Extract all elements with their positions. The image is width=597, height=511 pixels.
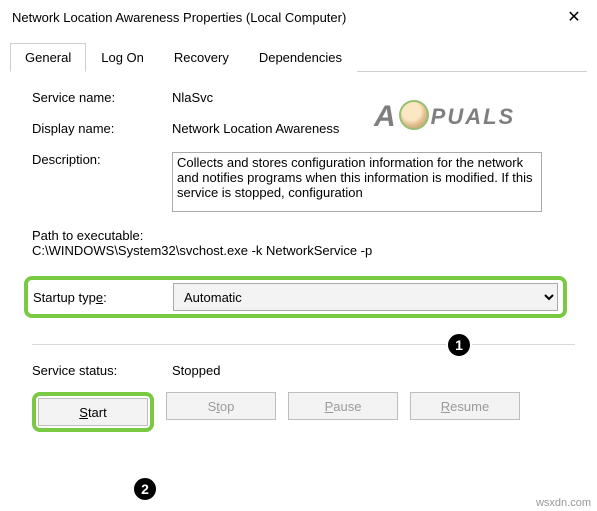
panel-general: Service name: NlaSvc Display name: Netwo… [0, 72, 597, 442]
close-button[interactable]: ✕ [551, 0, 597, 34]
service-button-row: Start Stop Pause Resume [32, 392, 575, 432]
window-title: Network Location Awareness Properties (L… [12, 10, 551, 25]
tab-logon[interactable]: Log On [86, 43, 159, 72]
start-button[interactable]: Start [38, 398, 148, 426]
resume-button: Resume [410, 392, 520, 420]
value-path: C:\WINDOWS\System32\svchost.exe -k Netwo… [32, 243, 575, 258]
close-icon: ✕ [567, 7, 580, 27]
description-textarea[interactable] [172, 152, 542, 212]
footer-watermark: wsxdn.com [536, 497, 591, 509]
pause-button: Pause [288, 392, 398, 420]
label-startup-type: Startup type: [33, 290, 173, 305]
label-service-name: Service name: [32, 90, 172, 105]
highlight-startup: Startup type: Automatic [24, 276, 567, 318]
annotation-badge-1: 1 [446, 332, 472, 358]
startup-type-select[interactable]: Automatic [173, 283, 558, 311]
stop-button: Stop [166, 392, 276, 420]
separator [32, 344, 575, 345]
value-service-name: NlaSvc [172, 90, 575, 105]
tab-dependencies[interactable]: Dependencies [244, 43, 357, 72]
label-service-status: Service status: [32, 363, 172, 378]
value-display-name: Network Location Awareness [172, 121, 575, 136]
tab-recovery[interactable]: Recovery [159, 43, 244, 72]
highlight-start: Start [32, 392, 154, 432]
label-display-name: Display name: [32, 121, 172, 136]
titlebar: Network Location Awareness Properties (L… [0, 0, 597, 34]
annotation-badge-2: 2 [132, 476, 158, 502]
label-path: Path to executable: [32, 228, 575, 243]
value-service-status: Stopped [172, 363, 220, 378]
label-description: Description: [32, 152, 172, 167]
tab-general[interactable]: General [10, 43, 86, 72]
tab-strip: General Log On Recovery Dependencies [10, 42, 587, 72]
